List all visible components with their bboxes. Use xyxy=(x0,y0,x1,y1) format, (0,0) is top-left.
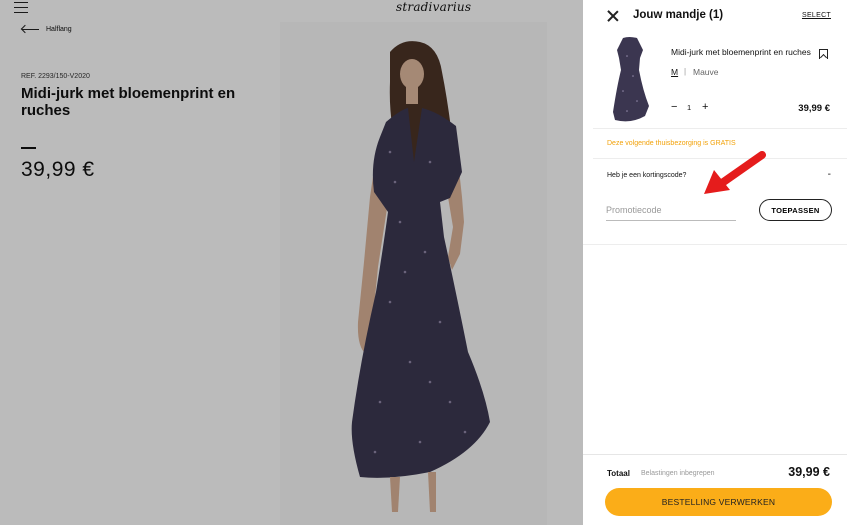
bookmark-icon[interactable] xyxy=(819,49,828,59)
quantity-increase-button[interactable]: + xyxy=(702,101,708,113)
item-color: Mauve xyxy=(693,67,719,77)
cart-drawer: Jouw mandje (1) SELECT Midi-jurk met blo… xyxy=(583,0,847,525)
checkout-button[interactable]: BESTELLING VERWERKEN xyxy=(605,488,832,516)
total-label: Totaal xyxy=(607,469,630,478)
item-size: M xyxy=(671,67,679,77)
item-price: 39,99 € xyxy=(798,103,830,114)
close-icon[interactable] xyxy=(607,10,619,22)
cart-title: Jouw mandje (1) xyxy=(633,9,724,21)
shipping-note: Deze volgende thuisbezorging is GRATIS xyxy=(607,140,736,147)
promo-collapse-toggle[interactable]: - xyxy=(828,169,831,180)
annotation-arrow xyxy=(704,151,766,194)
quantity-decrease-button[interactable]: − xyxy=(671,101,677,113)
promo-question[interactable]: Heb je een kortingscode? xyxy=(607,172,686,179)
page-overlay[interactable] xyxy=(0,0,583,525)
quantity-value: 1 xyxy=(687,103,692,112)
total-amount: 39,99 € xyxy=(788,465,830,479)
divider xyxy=(583,454,847,455)
promo-code-input[interactable] xyxy=(606,200,736,221)
item-separator: | xyxy=(684,67,687,76)
tax-note: Belastingen inbegrepen xyxy=(641,470,715,477)
item-name[interactable]: Midi-jurk met bloemenprint en ruches xyxy=(671,47,811,57)
apply-promo-button[interactable]: TOEPASSEN xyxy=(759,199,832,221)
item-thumbnail[interactable] xyxy=(607,36,653,124)
cart-header: Jouw mandje (1) SELECT xyxy=(583,0,847,34)
select-link[interactable]: SELECT xyxy=(802,12,831,19)
divider xyxy=(583,244,847,245)
divider xyxy=(593,128,847,129)
